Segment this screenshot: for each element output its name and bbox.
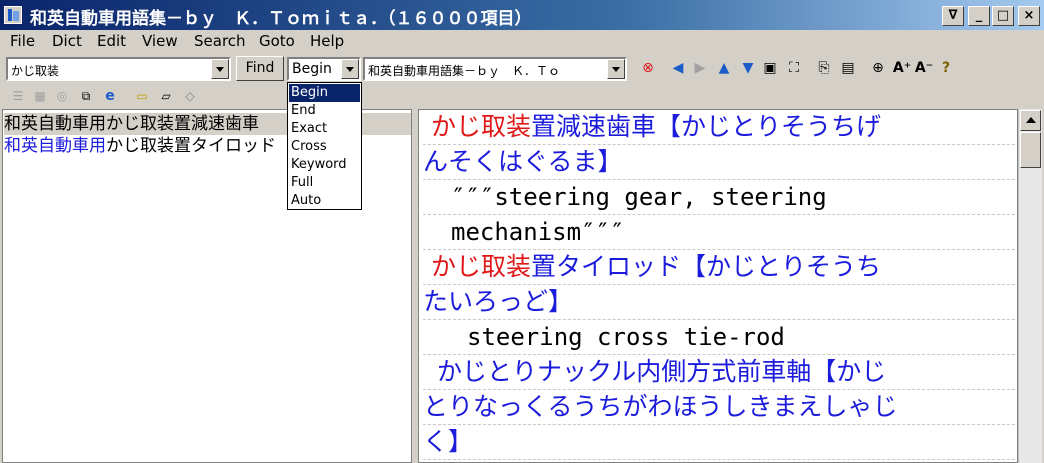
vertical-scrollbar[interactable] (1018, 109, 1042, 463)
dropdown-option-keyword[interactable]: Keyword (289, 156, 360, 174)
down-arrow-icon[interactable]: ▼ (738, 58, 758, 78)
entry-reading: く】 (423, 425, 1015, 460)
dropdown-option-exact[interactable]: Exact (289, 120, 360, 138)
list-item[interactable]: 和英自動車用かじ取装置タイロッド (4, 135, 276, 157)
eraser-icon[interactable]: ◇ (180, 86, 200, 106)
app-icon[interactable] (4, 6, 22, 24)
menu-search[interactable]: Search (194, 32, 246, 50)
entry-view[interactable]: かじ取装置減速歯車【かじとりそうちげ んそくはぐるま】 ″″″steering … (418, 109, 1018, 463)
list-item-term: かじ取装置タイロッド (106, 136, 276, 156)
dropdown-option-begin[interactable]: Begin (289, 84, 360, 102)
search-mode-value: Begin (292, 61, 332, 77)
copy-icon[interactable]: ⎘ (814, 58, 834, 78)
search-mode-dropdown-list[interactable]: Begin End Exact Cross Keyword Full Auto (287, 82, 362, 210)
search-input[interactable]: かじ取装 (6, 57, 231, 81)
font-increase-icon[interactable]: A⁺ (892, 58, 912, 78)
paste-icon[interactable]: ▤ (838, 58, 858, 78)
list-item-term: かじ取装置減速歯車 (106, 114, 259, 134)
entry-reading: とりなっくるうちがわほうしきまえしゃじ (423, 390, 1015, 425)
close-button[interactable]: × (1018, 6, 1040, 26)
dropdown-option-end[interactable]: End (289, 102, 360, 120)
list-item-prefix: 和英自動車用 (4, 114, 106, 134)
search-input-value: かじ取装 (11, 64, 60, 78)
entry-headword: かじ取装置減速歯車【かじとりそうちげ (423, 110, 1015, 145)
forward-arrow-icon[interactable]: ▶ (690, 58, 710, 78)
font-decrease-icon[interactable]: A⁻ (914, 58, 934, 78)
dropdown-option-full[interactable]: Full (289, 174, 360, 192)
stop-icon[interactable]: ⊗ (638, 58, 658, 78)
menu-goto[interactable]: Goto (259, 32, 295, 50)
entry-headword-text: 置減速歯車【かじとりそうちげ (530, 112, 881, 141)
entry-definition: steering cross tie-rod (423, 320, 1015, 355)
dropdown-option-auto[interactable]: Auto (289, 192, 360, 210)
menu-dict[interactable]: Dict (52, 32, 82, 50)
title-bar: 和英自動車用語集－ｂｙ Ｋ．Ｔｏｍｉｔａ．（１６０００項目） ∇ _ □ × (0, 0, 1044, 30)
menu-bar: File Dict Edit View Search Goto Help (0, 30, 1044, 52)
entry-reading: んそくはぐるま】 (423, 145, 1015, 180)
dropdown-option-cross[interactable]: Cross (289, 138, 360, 156)
entry-definition: ″″″steering gear, steering (423, 180, 1015, 215)
menu-view[interactable]: View (142, 32, 178, 50)
entry-match-text: かじ取装 (430, 252, 531, 281)
menu-file[interactable]: File (10, 32, 35, 50)
maximize-button[interactable]: □ (992, 6, 1014, 26)
minimize-button[interactable]: _ (968, 6, 990, 26)
entry-headword-text: 置タイロッド【かじとりそうち (530, 252, 881, 281)
find-button[interactable]: Find (236, 56, 284, 81)
entry-headword: かじ取装置タイロッド【かじとりそうち (423, 250, 1015, 285)
find-in-page-icon[interactable]: ▣ (760, 58, 780, 78)
list-item-prefix: 和英自動車用 (4, 136, 106, 156)
help-icon[interactable]: ? (936, 58, 956, 78)
scroll-up-button[interactable] (1020, 110, 1041, 131)
entry-match-text: かじ取装 (430, 112, 531, 141)
search-history-dropdown-arrow[interactable] (211, 59, 229, 79)
window-title: 和英自動車用語集－ｂｙ Ｋ．Ｔｏｍｉｔａ．（１６０００項目） (30, 9, 532, 29)
window-icon[interactable]: ⧉ (76, 86, 96, 106)
main-toolbar: かじ取装 Find Begin 和英自動車用語集－ｂｙ Ｋ．Ｔｏ ⊗ ◀ ▶ ▲… (0, 54, 1044, 84)
menu-help[interactable]: Help (310, 32, 344, 50)
entry-headword-text: かじとりナックル内側方式前車軸【かじ (423, 355, 1015, 390)
up-arrow-icon[interactable]: ▲ (714, 58, 734, 78)
search-mode-dropdown-arrow[interactable] (341, 59, 359, 79)
zoom-icon[interactable]: ⊕ (868, 58, 888, 78)
dictionary-value: 和英自動車用語集－ｂｙ Ｋ．Ｔｏ (368, 64, 561, 78)
scroll-thumb[interactable] (1020, 132, 1041, 168)
rollup-button[interactable]: ∇ (942, 6, 964, 26)
bookmark-icon[interactable]: ▭ (132, 86, 152, 106)
image-icon[interactable]: ▦ (30, 86, 50, 106)
dictionary-select[interactable]: 和英自動車用語集－ｂｙ Ｋ．Ｔｏ (363, 57, 627, 81)
audio-icon[interactable]: ◎ (52, 86, 72, 106)
entry-reading: たいろっど】 (423, 285, 1015, 320)
search-mode-select[interactable]: Begin (287, 57, 361, 81)
fullscreen-icon[interactable]: ⛶ (784, 58, 804, 78)
secondary-toolbar: ☰ ▦ ◎ ⧉ e ▭ ▱ ◇ (0, 86, 330, 106)
menu-edit[interactable]: Edit (97, 32, 126, 50)
entry-definition: mechanism″″″ (423, 215, 1015, 250)
back-arrow-icon[interactable]: ◀ (668, 58, 688, 78)
list-icon[interactable]: ☰ (8, 86, 28, 106)
dictionary-dropdown-arrow[interactable] (607, 59, 625, 79)
browser-icon[interactable]: e (100, 86, 120, 106)
note-icon[interactable]: ▱ (156, 86, 176, 106)
